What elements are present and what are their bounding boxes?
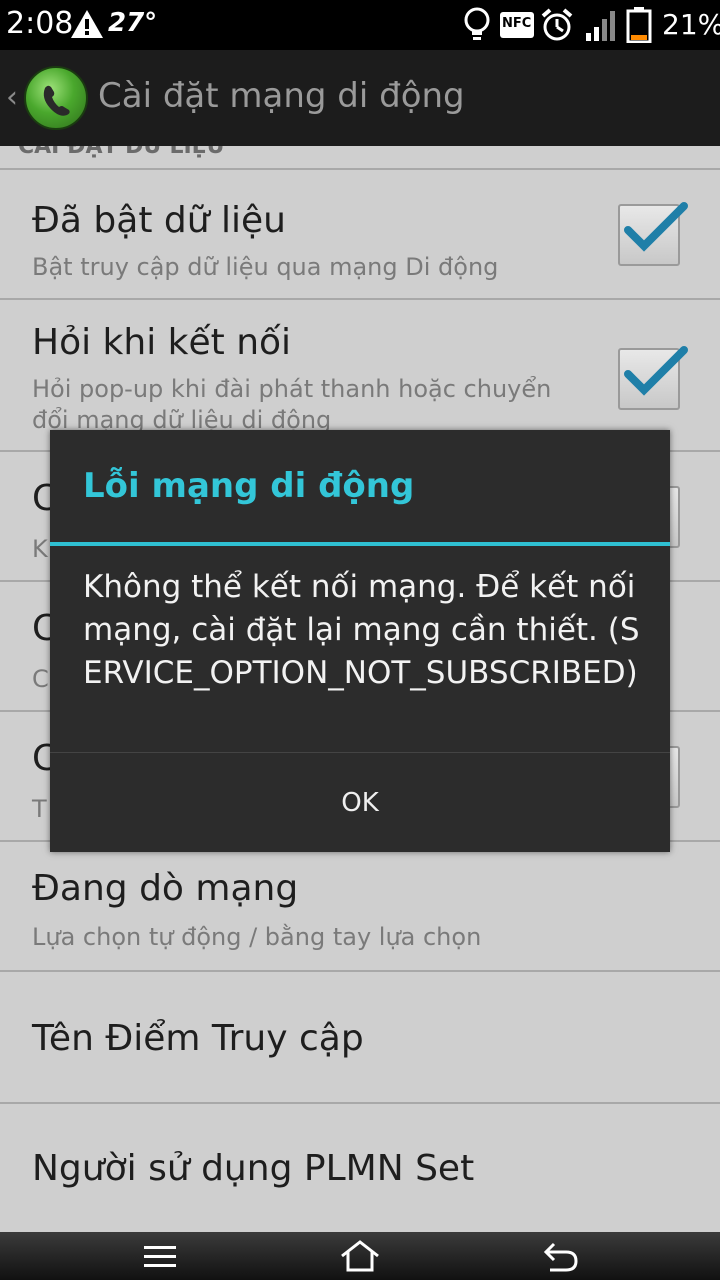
battery-percent: 21% <box>662 8 720 41</box>
back-icon[interactable] <box>540 1238 580 1274</box>
up-chevron-icon[interactable]: ‹ <box>6 80 18 115</box>
dialog-message: Không thể kết nối mạng. Để kết nối mạng,… <box>83 569 640 691</box>
status-bar: 2:08 27° NFC 21% <box>0 0 720 50</box>
signal-icon <box>586 11 615 41</box>
dialog-title: Lỗi mạng di động <box>83 466 415 506</box>
phone-app-icon[interactable] <box>24 66 88 130</box>
page-title: Cài đặt mạng di động <box>98 76 465 116</box>
battery-icon <box>626 7 652 43</box>
ok-button[interactable]: OK <box>50 753 670 852</box>
status-temperature: 27° <box>108 8 158 38</box>
menu-icon[interactable] <box>140 1238 180 1274</box>
lightbulb-icon <box>464 7 490 40</box>
warning-icon <box>71 10 103 38</box>
status-time: 2:08 <box>6 6 74 41</box>
error-dialog: Lỗi mạng di động Không thể kết nối mạng.… <box>50 430 670 852</box>
alarm-icon <box>541 8 573 41</box>
navigation-bar <box>0 1232 720 1280</box>
dialog-title-divider <box>50 542 670 546</box>
home-icon[interactable] <box>338 1238 382 1274</box>
action-bar: ‹ Cài đặt mạng di động <box>0 50 720 146</box>
nfc-icon: NFC <box>500 12 534 38</box>
